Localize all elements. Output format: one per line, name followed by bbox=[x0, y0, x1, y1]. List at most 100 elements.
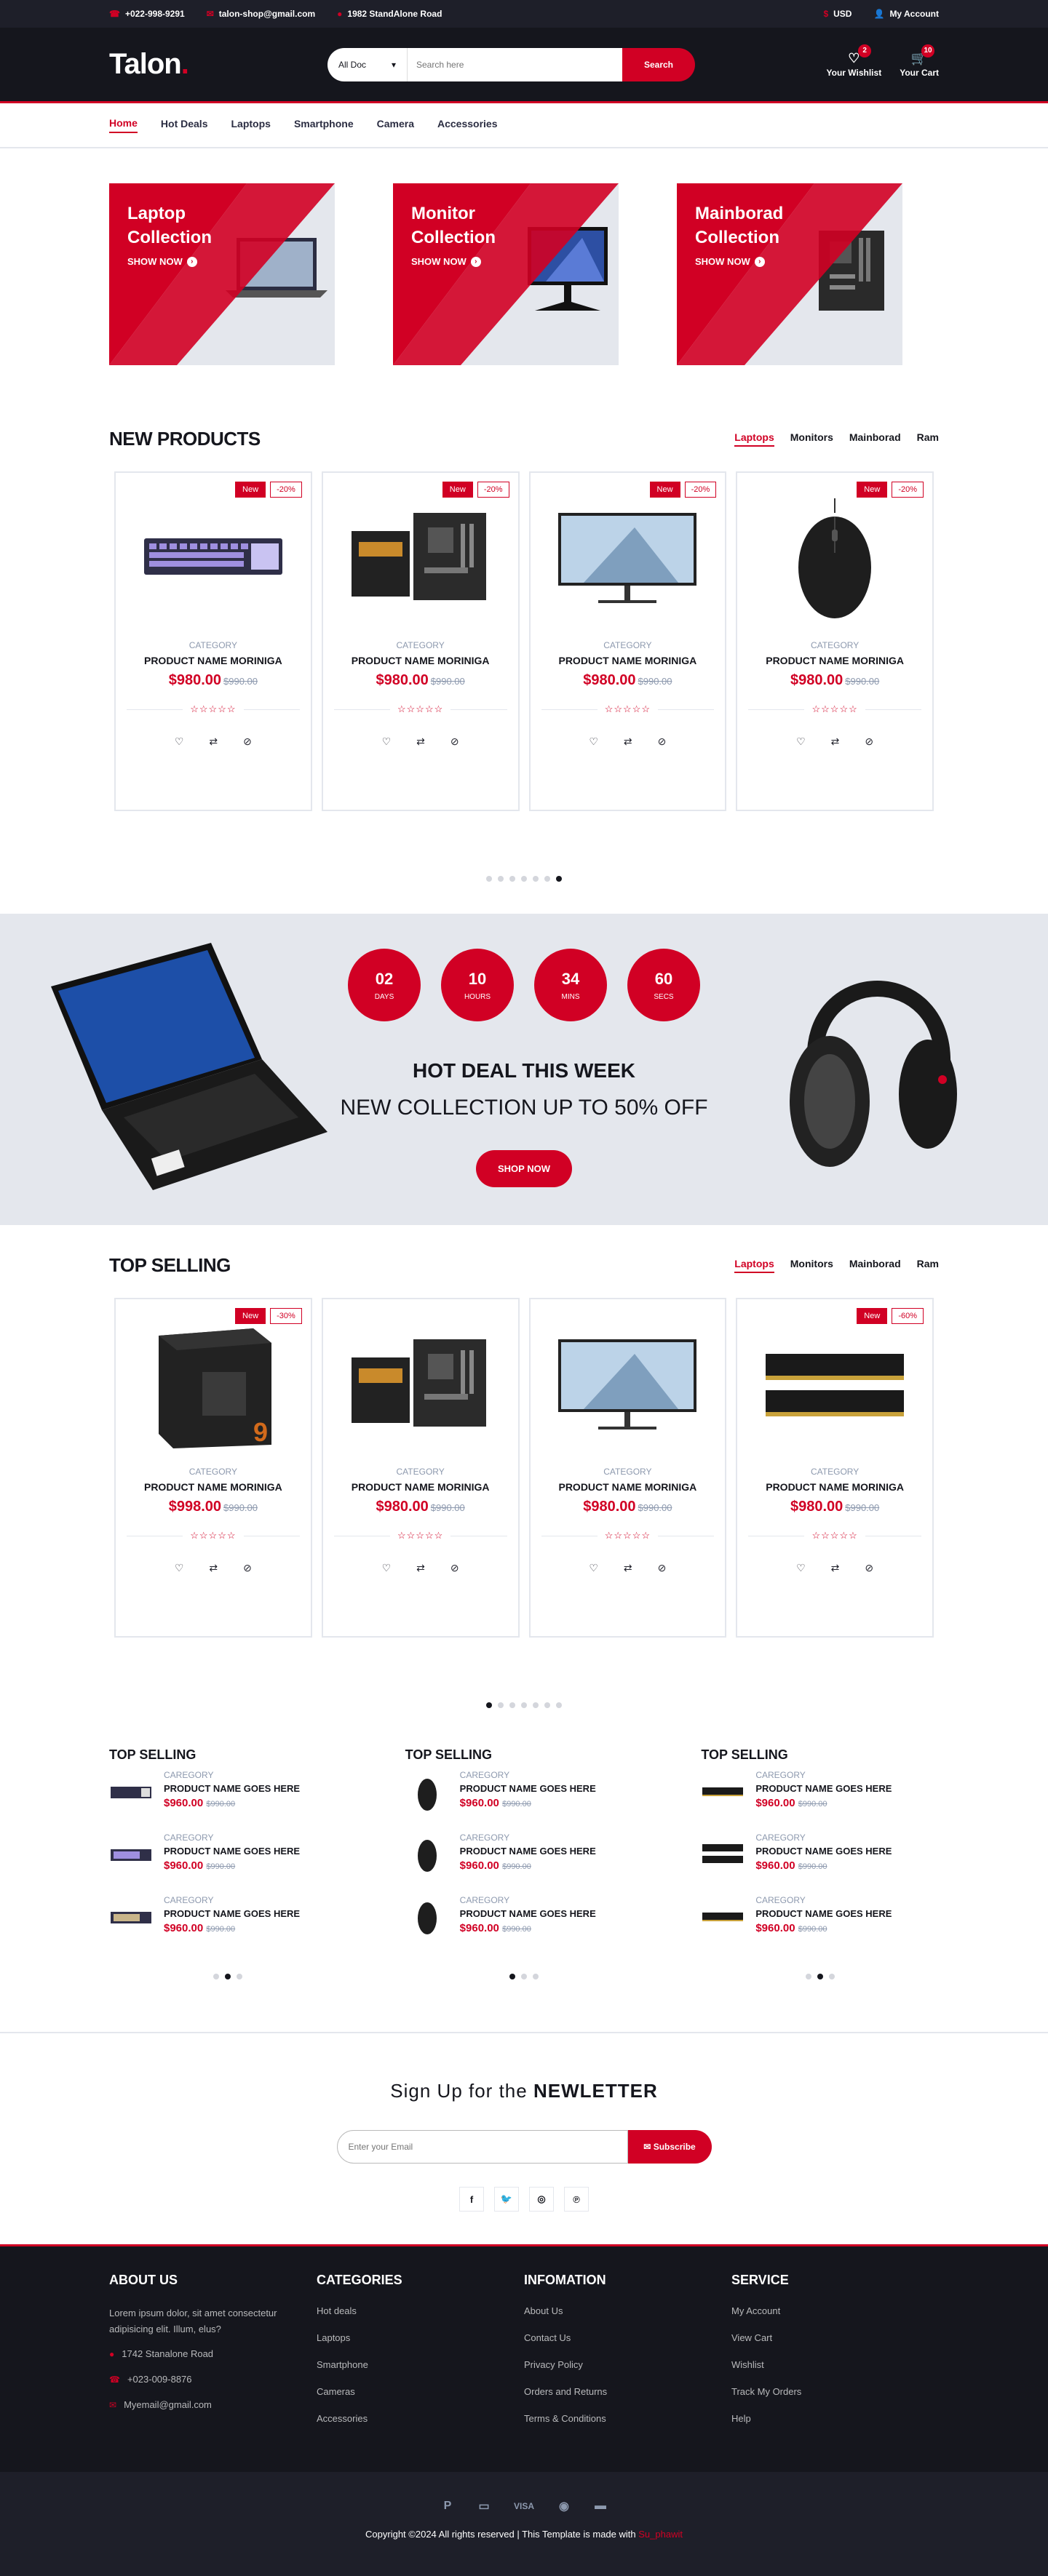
wishlist-button[interactable]: ♡ 2 Your Wishlist bbox=[827, 44, 881, 78]
author-link[interactable]: Su_phawit bbox=[638, 2529, 683, 2540]
footer-link[interactable]: Track My Orders bbox=[731, 2386, 939, 2397]
footer-link[interactable]: View Cart bbox=[731, 2332, 939, 2343]
widget-item[interactable]: CAREGORY PRODUCT NAME GOES HERE $960.00 $9… bbox=[109, 1833, 347, 1895]
currency-selector[interactable]: $ USD bbox=[823, 9, 852, 19]
search-button[interactable]: Search bbox=[622, 47, 695, 81]
show-now-link[interactable]: SHOW NOW › bbox=[411, 256, 481, 267]
widget-item[interactable]: CAREGORY PRODUCT NAME GOES HERE $960.00 $9… bbox=[701, 1770, 939, 1833]
cart-button[interactable]: 🛒 10 Your Cart bbox=[900, 44, 939, 78]
eye-slash-icon[interactable]: ⊘ bbox=[450, 1562, 459, 1574]
pinterest-icon[interactable]: ℗ bbox=[564, 2187, 589, 2212]
product-card[interactable]: New -60% CATEGORY PRODUCT NAME MORINIGA $… bbox=[737, 1299, 933, 1637]
compare-icon[interactable]: ⇄ bbox=[416, 1562, 425, 1574]
search-input[interactable] bbox=[408, 47, 622, 81]
product-card[interactable]: CATEGORY PRODUCT NAME MORINIGA $980.00 $9… bbox=[529, 1299, 726, 1637]
carousel-dot[interactable] bbox=[486, 1702, 492, 1708]
tab-monitors[interactable]: Monitors bbox=[790, 1258, 833, 1273]
carousel-dot[interactable] bbox=[509, 1974, 515, 1979]
subscribe-button[interactable]: ✉ Subscribe bbox=[627, 2130, 712, 2164]
heart-icon[interactable]: ♡ bbox=[382, 735, 392, 748]
footer-link[interactable]: My Account bbox=[731, 2305, 939, 2316]
eye-slash-icon[interactable]: ⊘ bbox=[865, 735, 873, 748]
footer-link[interactable]: Accessories bbox=[317, 2413, 524, 2424]
carousel-dot[interactable] bbox=[828, 1974, 835, 1979]
footer-link[interactable]: Contact Us bbox=[524, 2332, 731, 2343]
compare-icon[interactable]: ⇄ bbox=[209, 735, 218, 748]
footer-link[interactable]: Orders and Returns bbox=[524, 2386, 731, 2397]
compare-icon[interactable]: ⇄ bbox=[416, 735, 425, 748]
heart-icon[interactable]: ♡ bbox=[382, 1562, 392, 1574]
footer-link[interactable]: Wishlist bbox=[731, 2359, 939, 2370]
email-field[interactable] bbox=[336, 2130, 628, 2164]
heart-icon[interactable]: ♡ bbox=[175, 735, 184, 748]
eye-slash-icon[interactable]: ⊘ bbox=[450, 735, 459, 748]
compare-icon[interactable]: ⇄ bbox=[831, 1562, 840, 1574]
footer-email[interactable]: ✉ Myemail@gmail.com bbox=[109, 2399, 317, 2410]
product-card[interactable]: New -20% CATEGORY PRODUCT NAME MORINIGA $… bbox=[115, 472, 311, 810]
product-card[interactable]: CATEGORY PRODUCT NAME MORINIGA $980.00 $9… bbox=[322, 1299, 519, 1637]
compare-icon[interactable]: ⇄ bbox=[624, 1562, 632, 1574]
widget-item[interactable]: CAREGORY PRODUCT NAME GOES HERE $960.00 $9… bbox=[109, 1895, 347, 1958]
carousel-dot[interactable] bbox=[509, 876, 515, 882]
carousel-dot[interactable] bbox=[509, 1702, 515, 1708]
product-name[interactable]: PRODUCT NAME MORINIGA bbox=[748, 655, 921, 666]
widget-item[interactable]: CAREGORY PRODUCT NAME GOES HERE $960.00 $9… bbox=[405, 1895, 643, 1958]
product-card[interactable]: New -30% 9 CATEGORY PRODUCT NAME MORINIGA… bbox=[115, 1299, 311, 1637]
tab-laptops[interactable]: Laptops bbox=[734, 1258, 774, 1273]
carousel-dot[interactable] bbox=[817, 1974, 823, 1979]
eye-slash-icon[interactable]: ⊘ bbox=[658, 1562, 667, 1574]
widget-item[interactable]: CAREGORY PRODUCT NAME GOES HERE $960.00 $9… bbox=[109, 1770, 347, 1833]
heart-icon[interactable]: ♡ bbox=[589, 1562, 598, 1574]
carousel-dot[interactable] bbox=[544, 876, 550, 882]
my-account-link[interactable]: 👤 My Account bbox=[873, 9, 939, 19]
nav-laptops[interactable]: Laptops bbox=[231, 118, 270, 132]
nav-hot-deals[interactable]: Hot Deals bbox=[161, 118, 208, 132]
footer-link[interactable]: Hot deals bbox=[317, 2305, 524, 2316]
product-name[interactable]: PRODUCT NAME MORINIGA bbox=[127, 655, 300, 666]
widget-item[interactable]: CAREGORY PRODUCT NAME GOES HERE $960.00 $9… bbox=[701, 1895, 939, 1958]
category-select[interactable]: All Doc ▾ bbox=[328, 47, 408, 81]
eye-slash-icon[interactable]: ⊘ bbox=[658, 735, 667, 748]
tab-mainborad[interactable]: Mainborad bbox=[849, 431, 901, 447]
email-link[interactable]: ✉ talon-shop@gmail.com bbox=[207, 9, 315, 19]
twitter-icon[interactable]: 🐦 bbox=[494, 2187, 519, 2212]
product-card[interactable]: New -20% CATEGORY PRODUCT NAME MORINIGA $… bbox=[529, 472, 726, 810]
product-name[interactable]: PRODUCT NAME MORINIGA bbox=[127, 1481, 300, 1493]
footer-link[interactable]: Help bbox=[731, 2413, 939, 2424]
footer-link[interactable]: Terms & Conditions bbox=[524, 2413, 731, 2424]
product-name[interactable]: PRODUCT NAME MORINIGA bbox=[334, 655, 507, 666]
nav-smartphone[interactable]: Smartphone bbox=[294, 118, 354, 132]
footer-link[interactable]: Privacy Policy bbox=[524, 2359, 731, 2370]
carousel-dot[interactable] bbox=[521, 876, 527, 882]
compare-icon[interactable]: ⇄ bbox=[831, 735, 840, 748]
carousel-dot[interactable] bbox=[486, 876, 492, 882]
product-card[interactable]: New -20% CATEGORY PRODUCT NAME MORINIGA $… bbox=[737, 472, 933, 810]
carousel-dot[interactable] bbox=[805, 1974, 811, 1979]
eye-slash-icon[interactable]: ⊘ bbox=[243, 1562, 252, 1574]
carousel-dot[interactable] bbox=[498, 1702, 504, 1708]
collection-card-mainboard[interactable]: Mainborad Collection SHOW NOW › bbox=[677, 183, 902, 365]
widget-item[interactable]: CAREGORY PRODUCT NAME GOES HERE $960.00 $9… bbox=[405, 1833, 643, 1895]
carousel-dot[interactable] bbox=[521, 1974, 527, 1979]
product-name[interactable]: PRODUCT NAME MORINIGA bbox=[334, 1481, 507, 1493]
nav-accessories[interactable]: Accessories bbox=[437, 118, 498, 132]
footer-link[interactable]: Smartphone bbox=[317, 2359, 524, 2370]
heart-icon[interactable]: ♡ bbox=[796, 1562, 806, 1574]
product-name[interactable]: PRODUCT NAME MORINIGA bbox=[541, 1481, 715, 1493]
widget-item[interactable]: CAREGORY PRODUCT NAME GOES HERE $960.00 $9… bbox=[405, 1770, 643, 1833]
tab-ram[interactable]: Ram bbox=[917, 431, 939, 447]
footer-phone[interactable]: ☎ +023-009-8876 bbox=[109, 2374, 317, 2385]
heart-icon[interactable]: ♡ bbox=[796, 735, 806, 748]
eye-slash-icon[interactable]: ⊘ bbox=[865, 1562, 873, 1574]
footer-link[interactable]: About Us bbox=[524, 2305, 731, 2316]
eye-slash-icon[interactable]: ⊘ bbox=[243, 735, 252, 748]
carousel-dot[interactable] bbox=[556, 876, 562, 882]
carousel-dot[interactable] bbox=[533, 876, 539, 882]
tab-mainborad[interactable]: Mainborad bbox=[849, 1258, 901, 1273]
nav-home[interactable]: Home bbox=[109, 117, 138, 133]
carousel-dot[interactable] bbox=[498, 876, 504, 882]
product-name[interactable]: PRODUCT NAME MORINIGA bbox=[748, 1481, 921, 1493]
product-card[interactable]: New -20% CATEGORY PRODUCT NAME MORINIGA $… bbox=[322, 472, 519, 810]
carousel-dot[interactable] bbox=[556, 1702, 562, 1708]
compare-icon[interactable]: ⇄ bbox=[624, 735, 632, 748]
